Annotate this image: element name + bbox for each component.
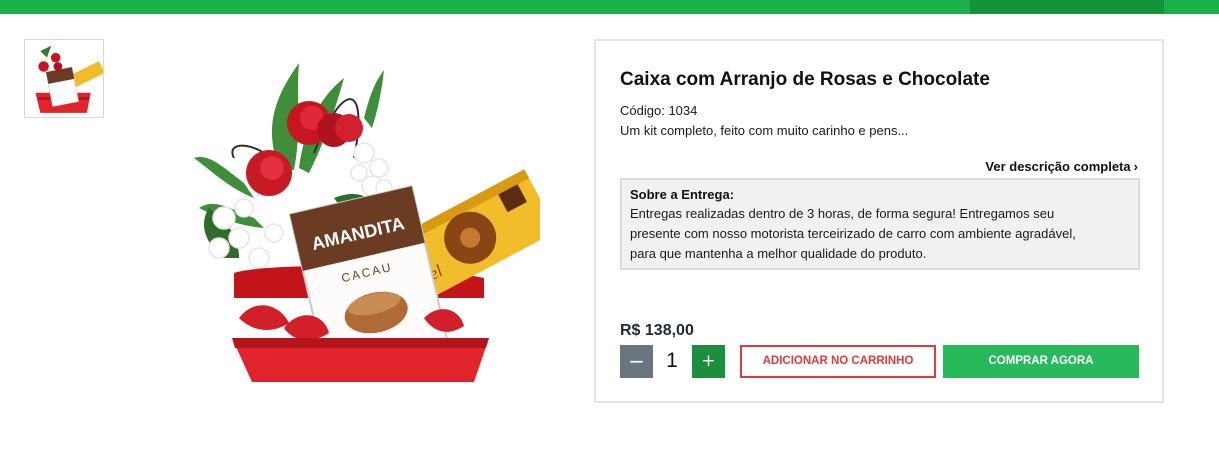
product-price: R$ 138,00: [620, 322, 694, 339]
product-image: Mel AMANDITA CACAU: [194, 63, 540, 382]
product-title: Caixa com Arranjo de Rosas e Chocolate: [620, 69, 990, 90]
quantity-decrease-button[interactable]: −: [620, 345, 653, 378]
delivery-text-line: Entregas realizadas dentro de 3 horas, d…: [630, 206, 1055, 221]
product-thumbnail[interactable]: [24, 39, 104, 118]
delivery-text-line: presente com nosso motorista terceirizad…: [630, 226, 1076, 241]
quantity-increase-button[interactable]: +: [692, 345, 725, 378]
delivery-info-box: Sobre a Entrega: Entregas realizadas den…: [620, 178, 1140, 270]
delivery-text-line: para que mantenha a melhor qualidade do …: [630, 246, 927, 261]
buy-now-button[interactable]: COMPRAR AGORA: [943, 345, 1139, 378]
delivery-title: Sobre a Entrega:: [630, 187, 735, 202]
chevron-right-icon: ›: [1133, 159, 1138, 174]
thumbnail-image: [33, 45, 103, 113]
product-code: Código: 1034: [620, 103, 697, 118]
product-code-value: 1034: [668, 103, 698, 118]
product-details-panel: Caixa com Arranjo de Rosas e Chocolate C…: [594, 39, 1164, 403]
quantity-value[interactable]: 1: [662, 347, 682, 375]
full-description-link-label: Ver descrição completa: [985, 159, 1131, 174]
product-short-description: Um kit completo, feito com muito carinho…: [620, 123, 909, 138]
add-to-cart-button[interactable]: ADICIONAR NO CARRINHO: [740, 345, 936, 378]
product-code-label: Código:: [620, 103, 665, 118]
full-description-link[interactable]: Ver descrição completa ›: [985, 159, 1138, 174]
top-bar-accent: [970, 0, 1164, 14]
